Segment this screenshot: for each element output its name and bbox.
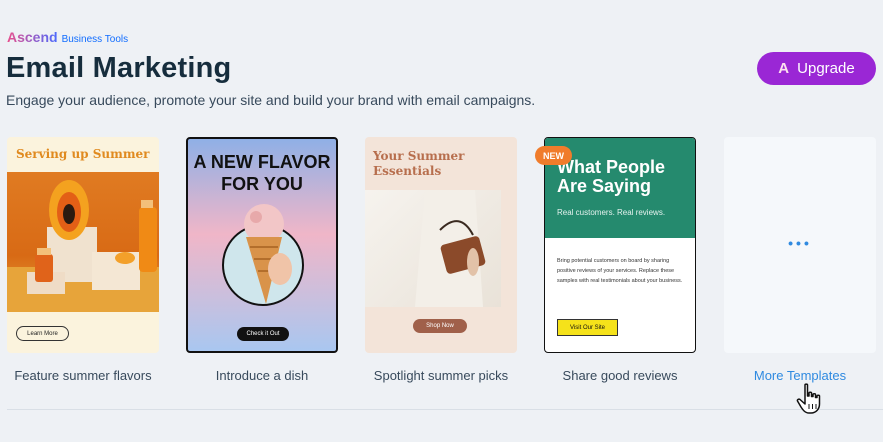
ascend-a-icon: A — [778, 60, 790, 77]
ellipsis-icon: ••• — [788, 235, 812, 251]
template-headline: Your Summer Essentials — [373, 149, 465, 178]
handbag-photo — [365, 190, 501, 307]
visit-site-button: Visit Our Site — [557, 319, 618, 336]
template-card-summer-essentials[interactable]: Your Summer Essentials Shop Now — [365, 137, 517, 353]
template-headline: Serving up Summer — [16, 147, 150, 161]
template-caption: Share good reviews — [562, 368, 678, 383]
template-headline: What People Are Saying — [557, 157, 666, 196]
shop-now-button: Shop Now — [413, 319, 467, 333]
more-templates-card[interactable]: ••• — [724, 137, 876, 353]
upgrade-button[interactable]: A Upgrade — [757, 52, 876, 85]
check-it-out-button: Check it Out — [237, 327, 289, 341]
ice-cream-cone-icon — [244, 204, 292, 304]
more-templates-link[interactable]: More Templates — [720, 368, 880, 383]
learn-more-button: Learn More — [16, 326, 69, 341]
brand-suffix: Business Tools — [61, 34, 129, 45]
new-badge: NEW — [535, 146, 572, 165]
template-caption: Feature summer flavors — [14, 368, 152, 383]
brand-name: Ascend — [7, 29, 58, 45]
page-title: Email Marketing — [6, 52, 232, 84]
review-subline: Real customers. Real reviews. — [557, 208, 666, 217]
brand-logo: Ascend Business Tools — [7, 29, 128, 45]
template-caption: Introduce a dish — [215, 368, 309, 383]
divider — [7, 409, 883, 410]
template-card-new-flavor[interactable]: A NEW FLAVOR FOR YOU Check it Out — [186, 137, 338, 353]
template-caption: Spotlight summer picks — [373, 368, 509, 383]
template-headline: A NEW FLAVOR FOR YOU — [193, 152, 331, 194]
template-card-summer-flavors[interactable]: Serving up Summer Learn More — [7, 137, 159, 353]
upgrade-label: Upgrade — [797, 60, 855, 77]
page-subtitle: Engage your audience, promote your site … — [6, 92, 536, 108]
review-body: Bring potential customers on board by sh… — [557, 258, 683, 284]
papaya-photo — [7, 172, 159, 312]
hand-cursor-icon — [796, 383, 821, 414]
template-card-reviews[interactable]: What People Are Saying Real customers. R… — [544, 137, 696, 353]
